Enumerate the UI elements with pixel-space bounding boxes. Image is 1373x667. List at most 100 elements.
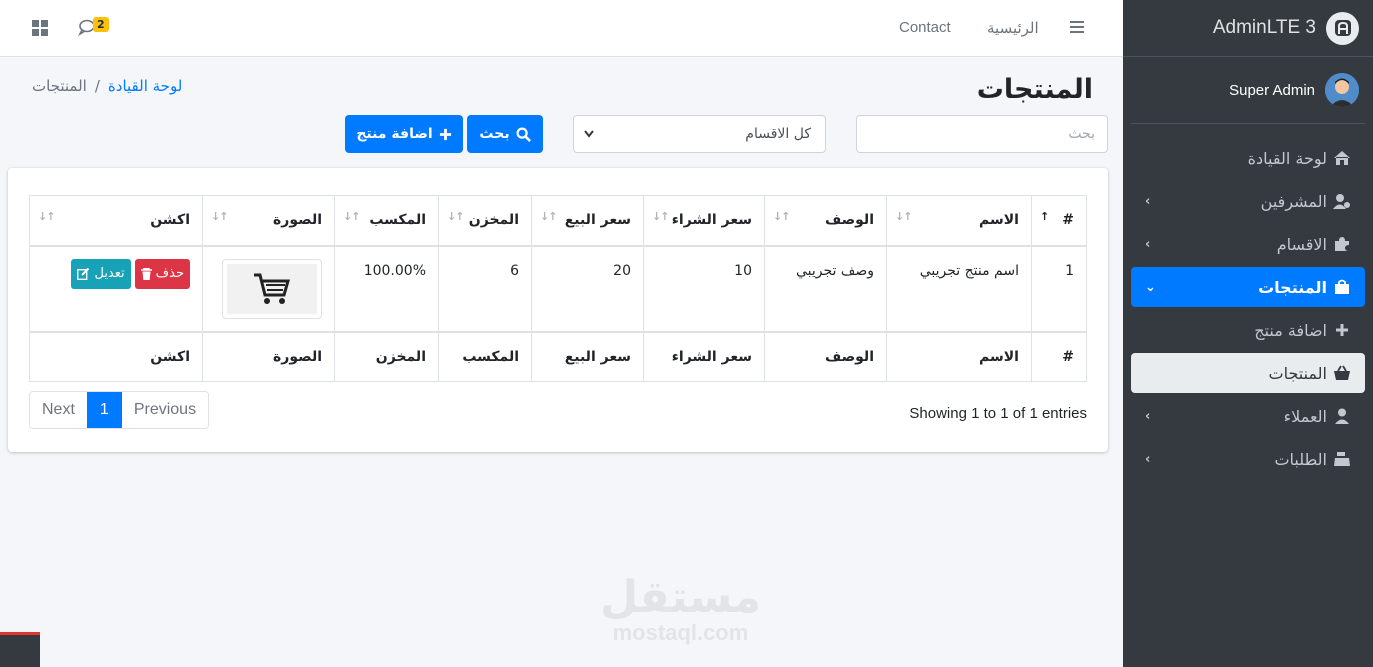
trash-icon <box>140 267 152 280</box>
sort-icon: ↑↓ <box>211 210 228 223</box>
footer-cell: الوصف <box>764 330 887 382</box>
cell-image <box>202 245 335 332</box>
sidebar-item-orders[interactable]: ‹ الطلبات <box>1131 439 1365 479</box>
puzzle-icon <box>1335 237 1349 251</box>
sidebar-menu: لوحة القيادة ‹ المشرفين ‹ الاقسام ⌄ المن… <box>1123 138 1373 479</box>
add-product-button[interactable]: اضافة منتج <box>345 115 463 153</box>
sort-icon: ↑↓ <box>540 210 557 223</box>
entries-info: Showing 1 to 1 of 1 entries <box>909 405 1087 422</box>
apps-grid-icon[interactable] <box>32 20 48 36</box>
cell-stock: 6 <box>438 245 532 332</box>
contact-link[interactable]: Contact <box>899 19 951 36</box>
plus-icon <box>439 128 451 140</box>
column-header[interactable]: الاسم ↑↓ <box>886 195 1032 247</box>
cell-id: 1 <box>1031 245 1087 332</box>
products-card: # ↑ الاسم ↑↓ الوصف ↑↓ سعر الشراء ↑↓ سعر البي… <box>8 168 1108 452</box>
add-product-button-label: اضافة منتج <box>356 126 433 142</box>
edit-icon <box>77 267 90 280</box>
debug-corner-icon[interactable] <box>0 632 40 667</box>
search-button[interactable]: بحث <box>467 115 543 153</box>
footer-cell: سعر الشراء <box>643 330 765 382</box>
breadcrumb-current: المنتجات <box>32 77 87 95</box>
sort-icon: ↑↓ <box>652 210 669 223</box>
brand[interactable]: AdminLTE 3 <box>1123 0 1373 57</box>
sort-icon: ↑↓ <box>895 210 912 223</box>
chevron-down-icon: ⌄ <box>1145 279 1156 295</box>
table-header-row: # ↑ الاسم ↑↓ الوصف ↑↓ سعر الشراء ↑↓ سعر البي… <box>29 195 1087 247</box>
pagination: Next 1 Previous <box>29 391 210 429</box>
sidebar-item-label: لوحة القيادة <box>1247 148 1327 168</box>
column-header[interactable]: سعر الشراء ↑↓ <box>643 195 765 247</box>
brand-text: AdminLTE 3 <box>1212 17 1316 38</box>
sort-asc-icon: ↑ <box>1040 210 1049 223</box>
home-link[interactable]: الرئيسية <box>987 19 1039 37</box>
footer-cell: الصورة <box>202 330 335 382</box>
sort-icon: ↑↓ <box>773 210 790 223</box>
sidebar-item-label: المشرفين <box>1260 191 1327 211</box>
chevron-down-icon <box>584 130 594 138</box>
sidebar-item-label: المنتجات <box>1258 277 1327 297</box>
delete-button[interactable]: حذف <box>134 258 190 289</box>
sidebar-item-label: اضافة منتج <box>1254 320 1327 340</box>
category-select[interactable]: كل الاقسام <box>573 115 826 153</box>
cell-actions: حذف تعديل <box>29 245 203 332</box>
page-1-button[interactable]: 1 <box>86 392 122 428</box>
sidebar-item-categories[interactable]: ‹ الاقسام <box>1131 224 1365 264</box>
cash-register-icon <box>1334 452 1350 466</box>
sidebar-item-label: العملاء <box>1283 406 1327 426</box>
cell-profit: 100.00% <box>334 245 439 332</box>
sort-icon: ↑↓ <box>38 210 55 223</box>
column-header[interactable]: الوصف ↑↓ <box>764 195 887 247</box>
footer-cell: المخزن <box>334 330 439 382</box>
user-panel[interactable]: Super Admin <box>1131 57 1365 124</box>
home-icon <box>1334 151 1350 165</box>
sidebar-item-clients[interactable]: ‹ العملاء <box>1131 396 1365 436</box>
sidebar-item-admins[interactable]: ‹ المشرفين <box>1131 181 1365 221</box>
product-thumbnail <box>222 258 322 319</box>
chevron-left-icon: ‹ <box>1145 236 1151 252</box>
sidebar: AdminLTE 3 Super Admin لوحة القيادة ‹ ال… <box>1123 0 1373 667</box>
sidebar-item-dashboard[interactable]: لوحة القيادة <box>1131 138 1365 178</box>
users-cog-icon <box>1333 194 1350 209</box>
edit-button[interactable]: تعديل <box>71 258 131 289</box>
sort-icon: ↑↓ <box>343 210 360 223</box>
footer-cell: الاسم <box>886 330 1032 382</box>
sidebar-item-products[interactable]: ⌄ المنتجات <box>1131 267 1365 307</box>
search-button-label: بحث <box>479 126 510 142</box>
column-header[interactable]: سعر البيع ↑↓ <box>531 195 644 247</box>
sidebar-item-label: الاقسام <box>1276 234 1327 254</box>
breadcrumb: المنتجات / لوحة القيادة <box>32 77 182 95</box>
next-page-button[interactable]: Next <box>30 392 87 428</box>
delete-button-label: حذف <box>155 266 184 281</box>
plus-icon <box>1336 324 1348 336</box>
sidebar-item-add-product[interactable]: اضافة منتج <box>1131 310 1365 350</box>
sidebar-item-products-list[interactable]: المنتجات <box>1131 353 1365 393</box>
column-header[interactable]: المخزن ↑↓ <box>438 195 532 247</box>
chevron-left-icon: ‹ <box>1145 193 1151 209</box>
page-title: المنتجات <box>976 74 1093 105</box>
breadcrumb-separator: / <box>94 77 100 95</box>
previous-page-button[interactable]: Previous <box>121 392 209 428</box>
search-input[interactable] <box>856 115 1108 153</box>
notification-badge: 2 <box>93 17 109 32</box>
footer-cell: اكشن <box>29 330 203 382</box>
sidebar-item-label: الطلبات <box>1274 449 1327 469</box>
watermark-arabic: مستقل <box>600 572 761 623</box>
cell-sale-price: 20 <box>531 245 644 332</box>
edit-button-label: تعديل <box>94 266 125 281</box>
shopping-cart-icon <box>254 273 290 304</box>
breadcrumb-dashboard-link[interactable]: لوحة القيادة <box>108 77 182 95</box>
products-table: # ↑ الاسم ↑↓ الوصف ↑↓ سعر الشراء ↑↓ سعر البي… <box>29 195 1087 382</box>
shopping-bag-icon <box>1335 279 1349 294</box>
column-header[interactable]: الصورة ↑↓ <box>202 195 335 247</box>
column-header[interactable]: اكشن ↑↓ <box>29 195 203 247</box>
chevron-left-icon: ‹ <box>1145 451 1151 467</box>
menu-toggle-icon[interactable] <box>1070 21 1084 33</box>
column-header[interactable]: # ↑ <box>1031 195 1087 247</box>
footer-cell: # <box>1031 330 1087 382</box>
sidebar-item-label: المنتجات <box>1268 363 1328 383</box>
basket-icon <box>1334 365 1350 380</box>
column-header[interactable]: المكسب ↑↓ <box>334 195 439 247</box>
user-name: Super Admin <box>1229 81 1315 99</box>
cell-description: وصف تجريبي <box>764 245 887 332</box>
